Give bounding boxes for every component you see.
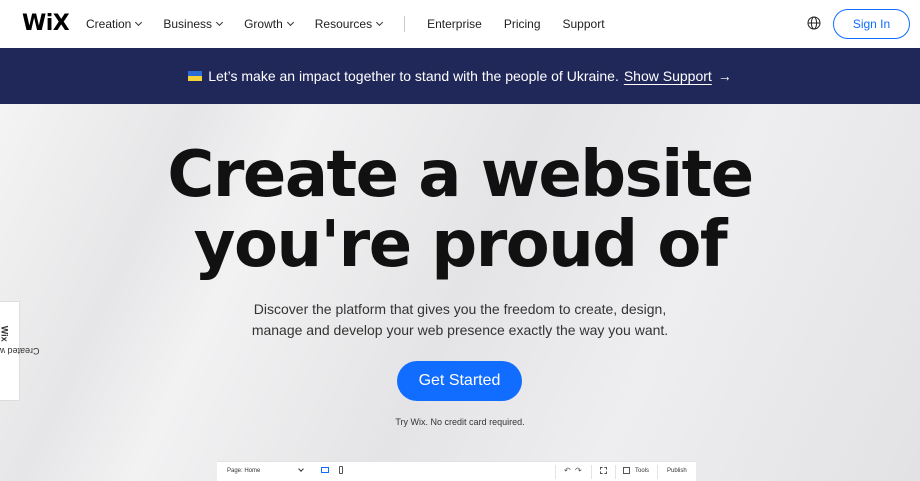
tools-button[interactable]: Tools: [635, 468, 649, 474]
ukraine-banner: Let’s make an impact together to stand w…: [0, 48, 920, 104]
desktop-view-icon[interactable]: [321, 467, 329, 473]
mobile-view-icon[interactable]: [339, 466, 343, 474]
show-support-link[interactable]: Show Support: [624, 68, 712, 84]
chevron-down-icon: [376, 18, 384, 27]
chevron-down-icon: [286, 18, 294, 27]
site-header: WiX Creation Business Growth Resources E…: [0, 0, 920, 48]
toolbar-divider: [591, 465, 592, 479]
hero-subtitle: Discover the platform that gives you the…: [240, 299, 680, 341]
arrow-right-icon[interactable]: →: [718, 68, 732, 84]
nav-item-label: Growth: [244, 17, 283, 31]
wix-brand-text: Wix: [0, 325, 10, 342]
nav-item-label: Business: [163, 17, 213, 31]
hero-subtitle-line-2: manage and develop your web presence exa…: [251, 322, 669, 338]
globe-icon[interactable]: [807, 16, 821, 30]
hero-section: Create a website you're proud of Discove…: [0, 104, 920, 481]
nav-item-enterprise[interactable]: Enterprise: [427, 17, 482, 31]
hero-title-line-2: you're proud of: [193, 208, 728, 282]
sign-in-button[interactable]: Sign In: [833, 9, 910, 39]
zoom-out-icon[interactable]: [600, 467, 607, 474]
hero-title: Create a website you're proud of: [0, 140, 920, 280]
nav-divider: [404, 16, 406, 32]
nav-item-support[interactable]: Support: [563, 17, 605, 31]
ukraine-flag-icon: [188, 71, 203, 81]
nav-item-label: Pricing: [503, 17, 541, 31]
undo-icon[interactable]: ↶: [564, 466, 571, 475]
nav-item-resources[interactable]: Resources: [314, 17, 384, 31]
main-nav: Creation Business Growth Resources Enter…: [86, 0, 627, 48]
toolbar-divider: [615, 465, 616, 479]
redo-icon[interactable]: ↷: [575, 466, 582, 475]
editor-preview-toolbar: Page: Home ↶ ↷ Tools Publish: [217, 461, 696, 481]
chevron-down-icon: [216, 18, 224, 27]
nav-item-business[interactable]: Business: [163, 17, 224, 31]
no-credit-card-note: Try Wix. No credit card required.: [395, 417, 525, 427]
nav-item-creation[interactable]: Creation: [86, 17, 143, 31]
nav-item-growth[interactable]: Growth: [244, 17, 294, 31]
chevron-down-icon: [298, 466, 304, 472]
chevron-down-icon: [135, 18, 143, 27]
toolbar-divider: [555, 465, 556, 479]
toolbar-divider: [657, 465, 658, 479]
hero-title-line-1: Create a website: [167, 138, 754, 212]
nav-item-label: Enterprise: [427, 17, 482, 31]
nav-item-label: Creation: [86, 17, 132, 31]
tools-icon[interactable]: [623, 467, 630, 474]
created-with-text: Created with: [0, 346, 40, 356]
banner-text: Let’s make an impact together to stand w…: [208, 68, 619, 84]
wix-logo[interactable]: WiX: [22, 11, 70, 36]
page-select[interactable]: Page: Home: [227, 468, 260, 474]
created-with-wix-label: Created with Wix: [0, 325, 40, 377]
publish-button[interactable]: Publish: [667, 468, 687, 474]
hero-subtitle-line-1: Discover the platform that gives you the…: [253, 301, 667, 317]
nav-item-label: Support: [562, 17, 605, 31]
get-started-button[interactable]: Get Started: [397, 361, 522, 401]
nav-item-pricing[interactable]: Pricing: [504, 17, 541, 31]
nav-item-label: Resources: [314, 17, 373, 31]
created-with-wix-tab[interactable]: Created with Wix: [0, 301, 40, 401]
